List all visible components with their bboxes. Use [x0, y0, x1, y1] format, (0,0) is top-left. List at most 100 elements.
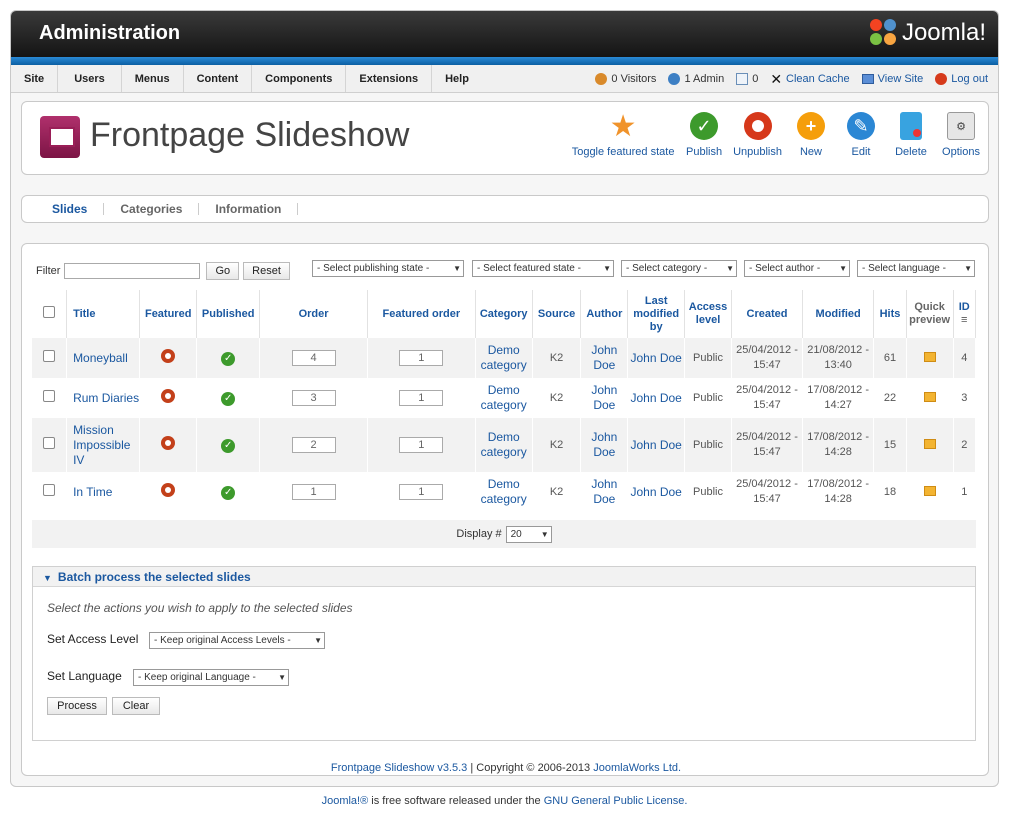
language-select[interactable]: - Select language -: [857, 260, 975, 277]
row-category[interactable]: Demo category: [475, 338, 533, 378]
display-limit-select[interactable]: 20: [505, 525, 552, 543]
menu-components[interactable]: Components: [252, 65, 347, 92]
order-input[interactable]: 3: [291, 390, 336, 406]
col-author[interactable]: Author: [580, 290, 629, 338]
row-modified-by[interactable]: John Doe: [627, 418, 686, 472]
row-title[interactable]: Rum Diaries: [66, 378, 141, 418]
reset-button[interactable]: Reset: [243, 262, 290, 280]
order-input[interactable]: 1: [291, 484, 336, 500]
view-site-label: View Site: [877, 73, 924, 85]
row-published[interactable]: ✓: [196, 418, 261, 472]
row-author[interactable]: John Doe: [580, 472, 629, 512]
featured-state-select[interactable]: - Select featured state -: [472, 260, 614, 277]
view-site-link[interactable]: View Site: [861, 65, 924, 93]
row-checkbox[interactable]: [43, 350, 56, 362]
filter-input[interactable]: [64, 263, 201, 279]
col-title[interactable]: Title: [66, 290, 141, 338]
row-id: 1: [953, 472, 977, 512]
col-featured[interactable]: Featured: [139, 290, 198, 338]
order-input[interactable]: 2: [291, 437, 336, 453]
tab-information[interactable]: Information: [199, 203, 299, 215]
row-checkbox[interactable]: [43, 484, 56, 496]
category-select[interactable]: - Select category -: [621, 260, 737, 277]
row-checkbox[interactable]: [43, 390, 56, 402]
options-button[interactable]: ⚙ Options: [940, 112, 982, 158]
gpl-link[interactable]: GNU General Public License.: [544, 795, 688, 807]
clear-button[interactable]: Clear: [112, 697, 160, 715]
menu-site[interactable]: Site: [11, 65, 59, 92]
row-title[interactable]: In Time: [66, 472, 141, 512]
col-source[interactable]: Source: [532, 290, 582, 338]
featured-order-input[interactable]: 1: [399, 350, 444, 366]
batch-language-select[interactable]: - Keep original Language -: [133, 669, 289, 686]
row-preview[interactable]: [906, 418, 954, 472]
col-access[interactable]: Access level: [684, 290, 732, 338]
joomla-link[interactable]: Joomla!®: [322, 795, 369, 807]
batch-heading[interactable]: ▼ Batch process the selected slides: [33, 567, 975, 587]
tab-slides[interactable]: Slides: [36, 203, 105, 215]
row-featured[interactable]: [139, 338, 198, 378]
col-created[interactable]: Created: [731, 290, 804, 338]
order-input[interactable]: 4: [291, 350, 336, 366]
row-published[interactable]: ✓: [196, 338, 261, 378]
row-author[interactable]: John Doe: [580, 378, 629, 418]
row-modified-by[interactable]: John Doe: [627, 472, 686, 512]
row-author[interactable]: John Doe: [580, 338, 629, 378]
row-featured[interactable]: [139, 472, 198, 512]
row-title[interactable]: Mission Impossible IV: [66, 418, 141, 472]
row-featured[interactable]: [139, 378, 198, 418]
row-published[interactable]: ✓: [196, 378, 261, 418]
menu-menus[interactable]: Menus: [122, 65, 184, 92]
menu-content[interactable]: Content: [184, 65, 253, 92]
process-button[interactable]: Process: [47, 697, 107, 715]
unpublish-button[interactable]: Unpublish: [733, 112, 782, 158]
row-featured[interactable]: [139, 418, 198, 472]
new-button[interactable]: + New: [790, 112, 832, 158]
menu-users[interactable]: Users: [58, 65, 122, 92]
toggle-featured-button[interactable]: ★ Toggle featured state: [571, 110, 675, 159]
row-preview[interactable]: [906, 472, 954, 512]
edit-button[interactable]: ✎ Edit: [840, 112, 882, 158]
featured-order-input[interactable]: 1: [399, 437, 444, 453]
select-all-checkbox[interactable]: [43, 306, 56, 318]
row-preview[interactable]: [906, 378, 954, 418]
row-published[interactable]: ✓: [196, 472, 261, 512]
author-select[interactable]: - Select author -: [744, 260, 850, 277]
row-modified-by[interactable]: John Doe: [627, 378, 686, 418]
access-level-select[interactable]: - Keep original Access Levels -: [149, 632, 325, 649]
row-modified-by[interactable]: John Doe: [627, 338, 686, 378]
publish-button[interactable]: ✓ Publish: [683, 112, 725, 158]
menu-help[interactable]: Help: [432, 65, 482, 92]
row-author[interactable]: John Doe: [580, 418, 629, 472]
col-featured-order[interactable]: Featured order: [367, 290, 476, 338]
product-link[interactable]: Frontpage Slideshow v3.5.3: [331, 762, 467, 774]
col-published[interactable]: Published: [196, 290, 261, 338]
messages-status[interactable]: 0: [736, 65, 758, 93]
published-check-icon: ✓: [221, 391, 236, 406]
logout-link[interactable]: Log out: [935, 65, 988, 93]
row-category[interactable]: Demo category: [475, 472, 533, 512]
menu-extensions[interactable]: Extensions: [346, 65, 433, 92]
featured-order-input[interactable]: 1: [399, 484, 444, 500]
col-hits[interactable]: Hits: [873, 290, 907, 338]
publishing-state-select[interactable]: - Select publishing state -: [312, 260, 464, 277]
caret-down-icon: ▼: [43, 573, 52, 583]
row-category[interactable]: Demo category: [475, 378, 533, 418]
row-checkbox[interactable]: [43, 437, 56, 449]
delete-button[interactable]: Delete: [890, 112, 932, 158]
row-category[interactable]: Demo category: [475, 418, 533, 472]
company-link[interactable]: JoomlaWorks Ltd.: [593, 762, 681, 774]
visitors-status: 0 Visitors: [595, 65, 656, 93]
col-modified[interactable]: Modified: [802, 290, 875, 338]
tab-categories[interactable]: Categories: [104, 203, 200, 215]
col-last-modified-by[interactable]: Last modified by: [627, 290, 686, 338]
row-featured-order: 1: [367, 418, 476, 472]
col-category[interactable]: Category: [475, 290, 533, 338]
featured-order-input[interactable]: 1: [399, 390, 444, 406]
col-id[interactable]: ID ≡: [953, 290, 977, 338]
clean-cache-link[interactable]: ✕ Clean Cache: [770, 65, 849, 93]
go-button[interactable]: Go: [206, 262, 240, 280]
col-order[interactable]: Order: [259, 290, 368, 338]
row-preview[interactable]: [906, 338, 954, 378]
row-title[interactable]: Moneyball: [66, 338, 141, 378]
